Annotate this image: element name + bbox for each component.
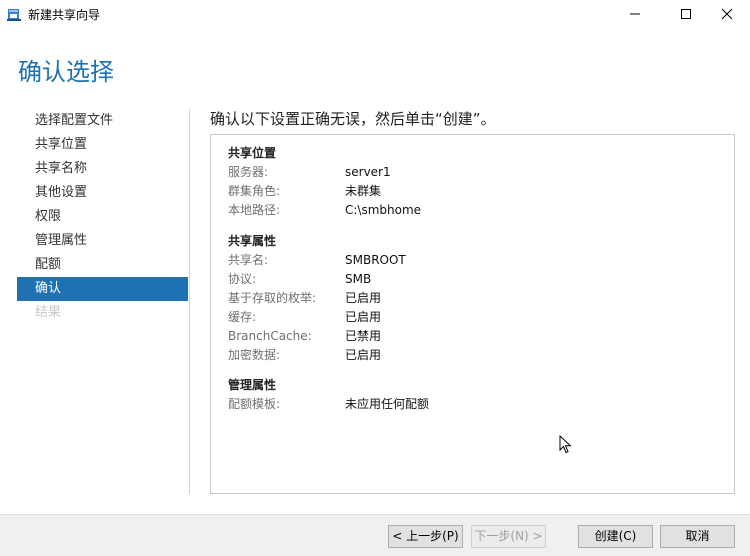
summary-row: 协议: SMB xyxy=(228,270,718,289)
next-button: 下一步(N) > xyxy=(471,525,546,548)
nav-item-quota[interactable]: 配额 xyxy=(17,253,188,277)
minimize-icon[interactable] xyxy=(612,0,658,28)
maximize-icon[interactable] xyxy=(663,0,709,28)
row-value: C:\smbhome xyxy=(345,203,422,217)
nav-item-share-name[interactable]: 共享名称 xyxy=(17,157,188,181)
row-label: 加密数据: xyxy=(228,348,281,362)
summary-row: 基于存取的枚举: 已启用 xyxy=(228,289,718,308)
row-label: 配额模板: xyxy=(228,397,281,411)
nav-item-permissions[interactable]: 权限 xyxy=(17,205,188,229)
nav-divider xyxy=(189,109,190,494)
section-share-location: 共享位置 服务器: server1 群集角色: 未群集 本地路径: C:\smb… xyxy=(228,144,718,220)
row-label: 协议: xyxy=(228,272,257,286)
row-value: SMB xyxy=(345,272,372,286)
section-title: 共享属性 xyxy=(228,234,277,248)
row-label: 群集角色: xyxy=(228,184,281,198)
summary-panel: 共享位置 服务器: server1 群集角色: 未群集 本地路径: C:\smb… xyxy=(210,134,735,494)
summary-row: 加密数据: 已启用 xyxy=(228,346,718,365)
page-title: 确认选择 xyxy=(18,58,114,86)
window-title: 新建共享向导 xyxy=(28,8,101,22)
row-label: BranchCache: xyxy=(228,329,312,343)
nav-item-management-properties[interactable]: 管理属性 xyxy=(17,229,188,253)
summary-row: 群集角色: 未群集 xyxy=(228,182,718,201)
close-icon[interactable] xyxy=(704,0,750,28)
row-value: 已启用 xyxy=(345,291,382,305)
summary-row: 配额模板: 未应用任何配额 xyxy=(228,395,718,414)
summary-row: BranchCache: 已禁用 xyxy=(228,327,718,346)
row-value: 已启用 xyxy=(345,310,382,324)
nav-item-select-profile[interactable]: 选择配置文件 xyxy=(17,109,188,133)
section-title: 管理属性 xyxy=(228,378,277,392)
previous-button[interactable]: < 上一步(P) xyxy=(388,525,463,548)
wizard-nav: 选择配置文件 共享位置 共享名称 其他设置 权限 管理属性 配额 确认 结果 xyxy=(17,109,188,325)
nav-item-other-settings[interactable]: 其他设置 xyxy=(17,181,188,205)
section-title: 共享位置 xyxy=(228,146,277,160)
nav-item-share-location[interactable]: 共享位置 xyxy=(17,133,188,157)
row-label: 本地路径: xyxy=(228,203,281,217)
row-label: 缓存: xyxy=(228,310,257,324)
summary-row: 缓存: 已启用 xyxy=(228,308,718,327)
row-label: 共享名: xyxy=(228,253,269,267)
mouse-cursor-icon xyxy=(559,435,572,454)
row-value: server1 xyxy=(345,165,391,179)
section-share-properties: 共享属性 共享名: SMBROOT 协议: SMB 基于存取的枚举: 已启用 缓… xyxy=(228,232,718,365)
row-value: 未应用任何配额 xyxy=(345,397,430,411)
create-button[interactable]: 创建(C) xyxy=(578,525,653,548)
instruction-text: 确认以下设置正确无误，然后单击“创建”。 xyxy=(210,110,496,128)
share-wizard-icon xyxy=(6,6,22,22)
section-management-properties: 管理属性 配额模板: 未应用任何配额 xyxy=(228,376,718,414)
row-label: 服务器: xyxy=(228,165,269,179)
cancel-button[interactable]: 取消 xyxy=(660,525,735,548)
summary-row: 共享名: SMBROOT xyxy=(228,251,718,270)
summary-row: 服务器: server1 xyxy=(228,163,718,182)
row-value: 已启用 xyxy=(345,348,382,362)
nav-item-results: 结果 xyxy=(35,305,62,320)
summary-row: 本地路径: C:\smbhome xyxy=(228,201,718,220)
row-value: SMBROOT xyxy=(345,253,406,267)
nav-item-confirmation[interactable]: 确认 xyxy=(17,277,188,301)
title-bar: 新建共享向导 xyxy=(0,0,750,28)
row-label: 基于存取的枚举: xyxy=(228,291,317,305)
row-value: 未群集 xyxy=(345,184,382,198)
row-value: 已禁用 xyxy=(345,329,382,343)
